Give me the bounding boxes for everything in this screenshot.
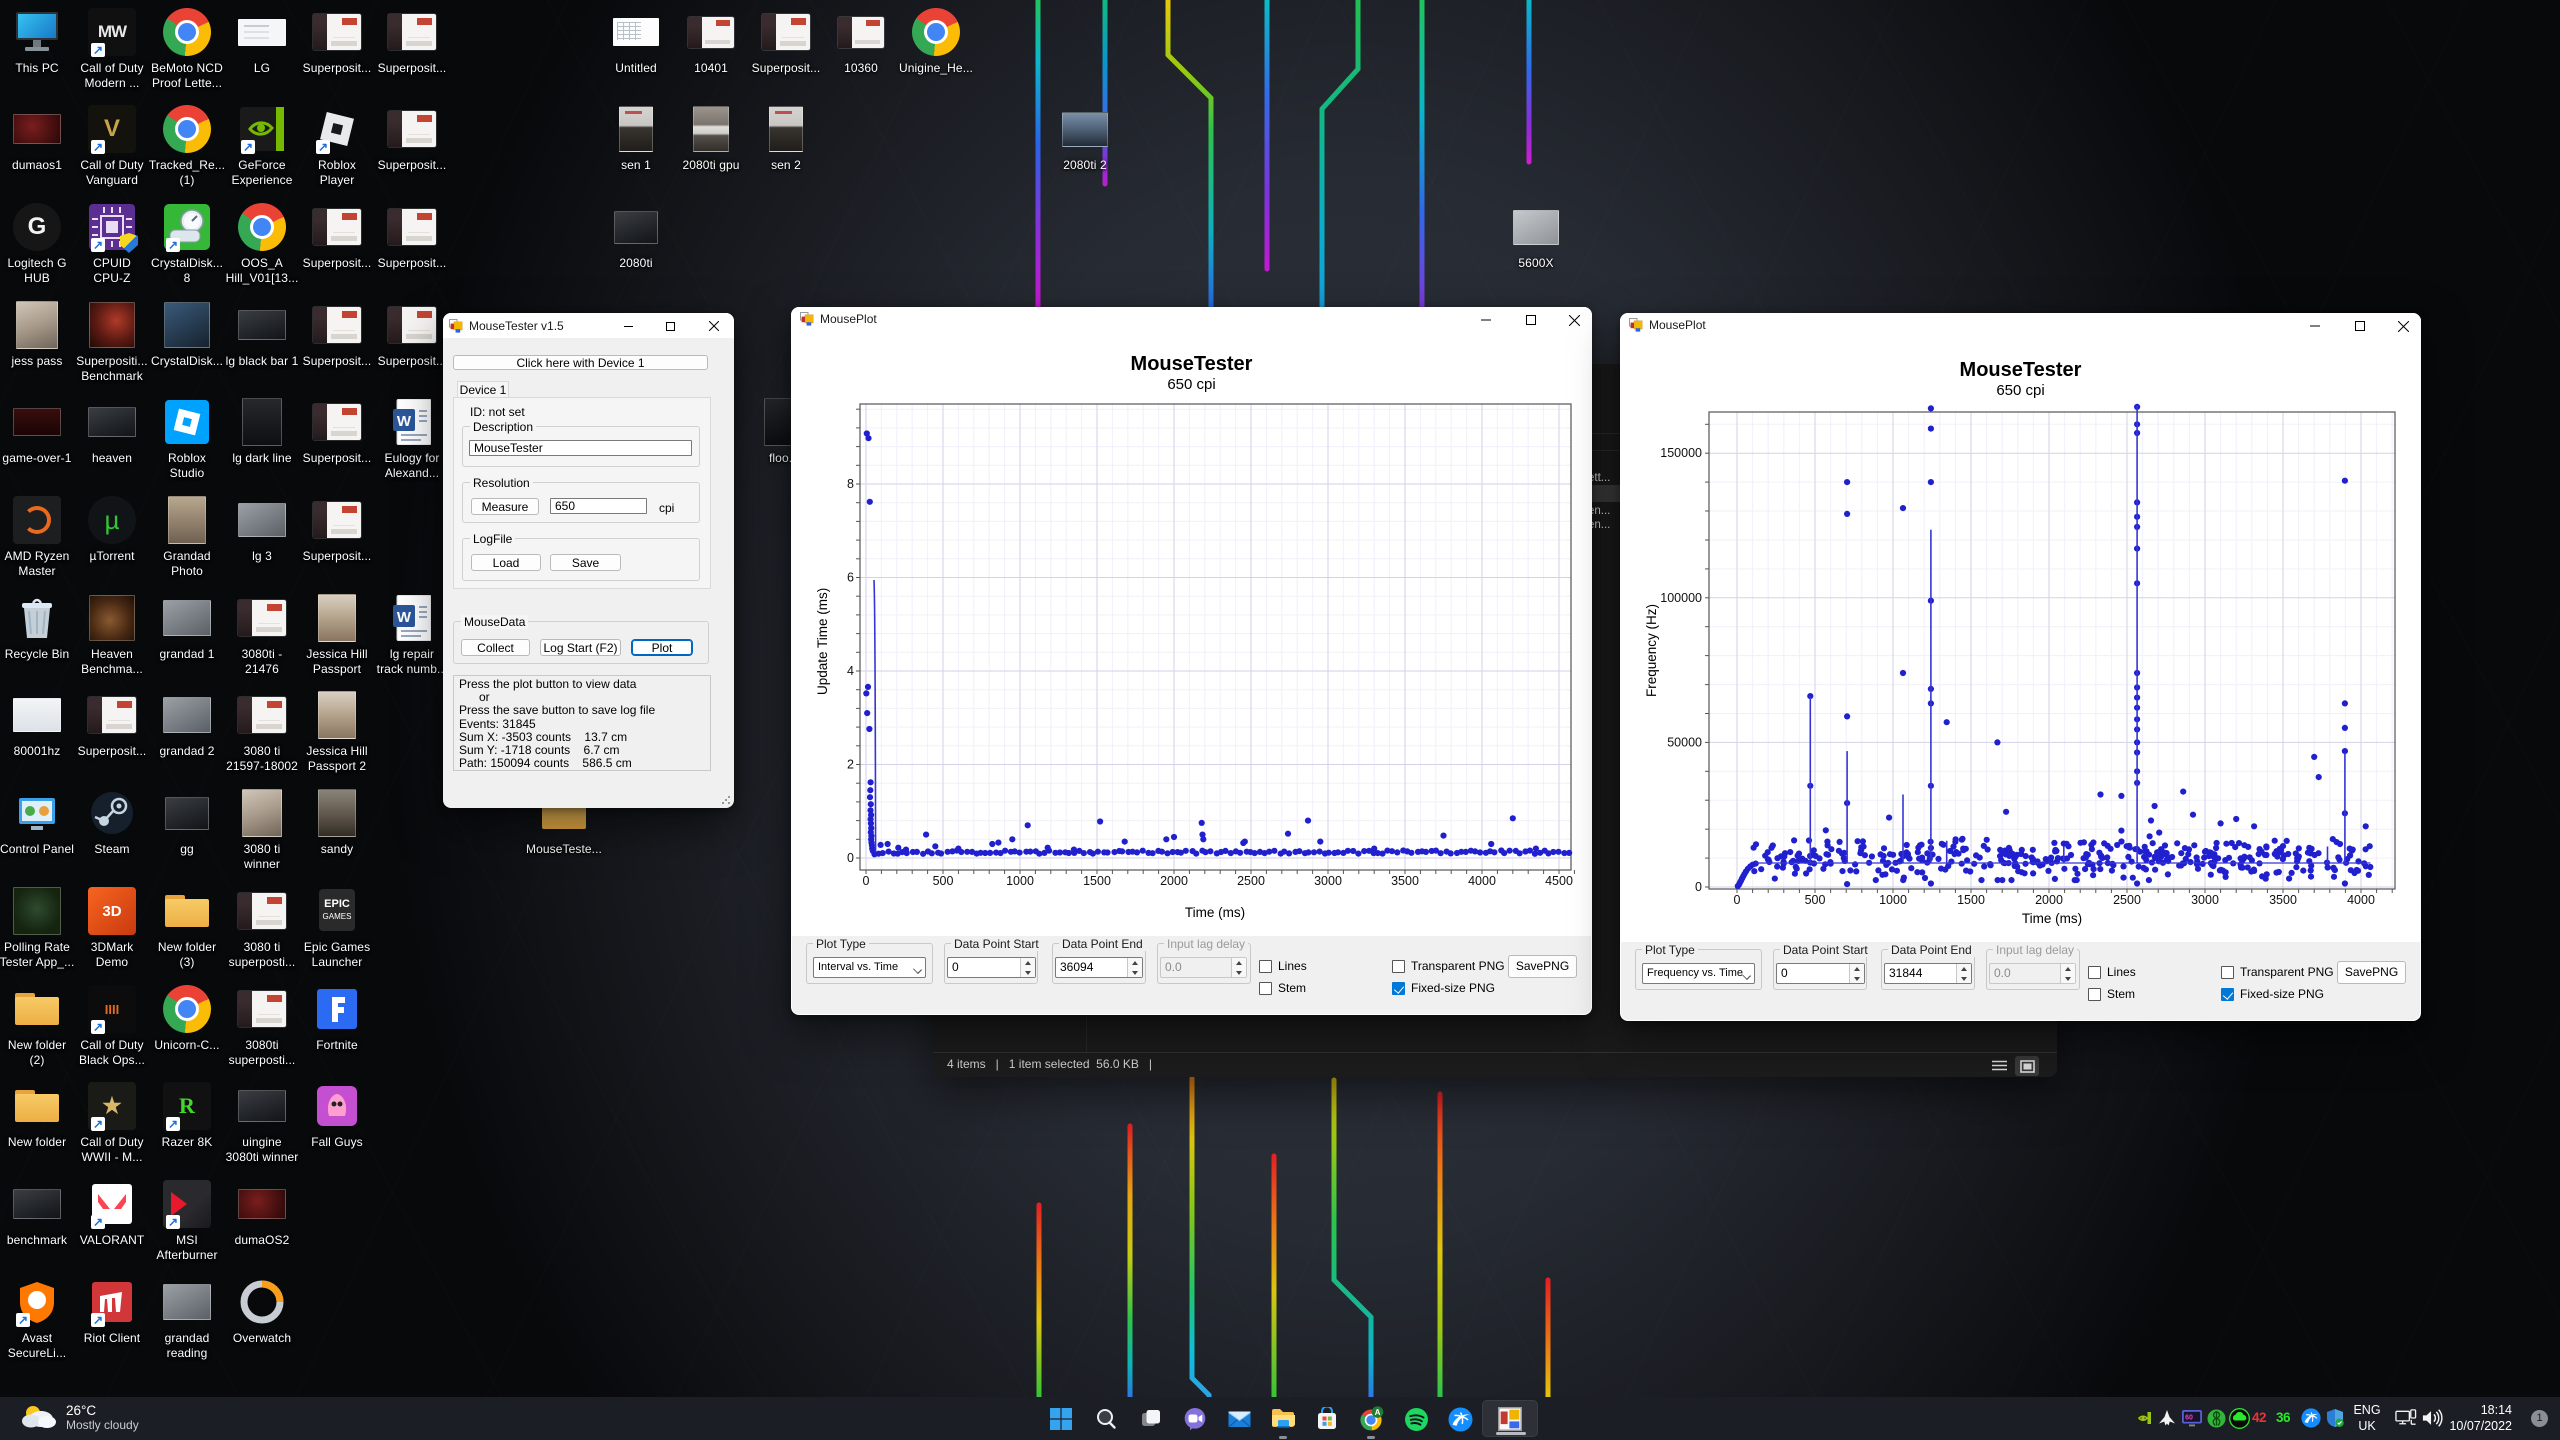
svg-text:0: 0 <box>863 874 870 888</box>
svg-text:W: W <box>397 609 412 626</box>
svg-text:1500: 1500 <box>1957 893 1985 907</box>
svg-text:6: 6 <box>847 571 854 585</box>
svg-text:2: 2 <box>847 758 854 772</box>
svg-text:4000: 4000 <box>1468 874 1496 888</box>
svg-text:1500: 1500 <box>1083 874 1111 888</box>
svg-text:4000: 4000 <box>2347 893 2375 907</box>
svg-text:60: 60 <box>2185 1415 2193 1422</box>
svg-text:GAMES: GAMES <box>323 912 352 921</box>
svg-text:3500: 3500 <box>2269 893 2297 907</box>
svg-text:2500: 2500 <box>1237 874 1265 888</box>
svg-text:3000: 3000 <box>2191 893 2219 907</box>
svg-text:3500: 3500 <box>1391 874 1419 888</box>
svg-text:0: 0 <box>1734 893 1741 907</box>
svg-text:100000: 100000 <box>1660 591 1702 605</box>
svg-text:3000: 3000 <box>1314 874 1342 888</box>
svg-text:0: 0 <box>1695 880 1702 894</box>
svg-text:150000: 150000 <box>1660 446 1702 460</box>
svg-text:0: 0 <box>847 851 854 865</box>
svg-text:2500: 2500 <box>2113 893 2141 907</box>
svg-text:50000: 50000 <box>1667 735 1702 749</box>
svg-text:2000: 2000 <box>1160 874 1188 888</box>
svg-text:W: W <box>397 413 412 430</box>
svg-text:1000: 1000 <box>1879 893 1907 907</box>
svg-text:4500: 4500 <box>1545 874 1573 888</box>
svg-text:8: 8 <box>847 477 854 491</box>
svg-text:EPIC: EPIC <box>324 898 350 910</box>
svg-text:4: 4 <box>847 664 854 678</box>
svg-text:2000: 2000 <box>2035 893 2063 907</box>
svg-text:1000: 1000 <box>1006 874 1034 888</box>
svg-text:500: 500 <box>933 874 954 888</box>
svg-text:500: 500 <box>1805 893 1826 907</box>
